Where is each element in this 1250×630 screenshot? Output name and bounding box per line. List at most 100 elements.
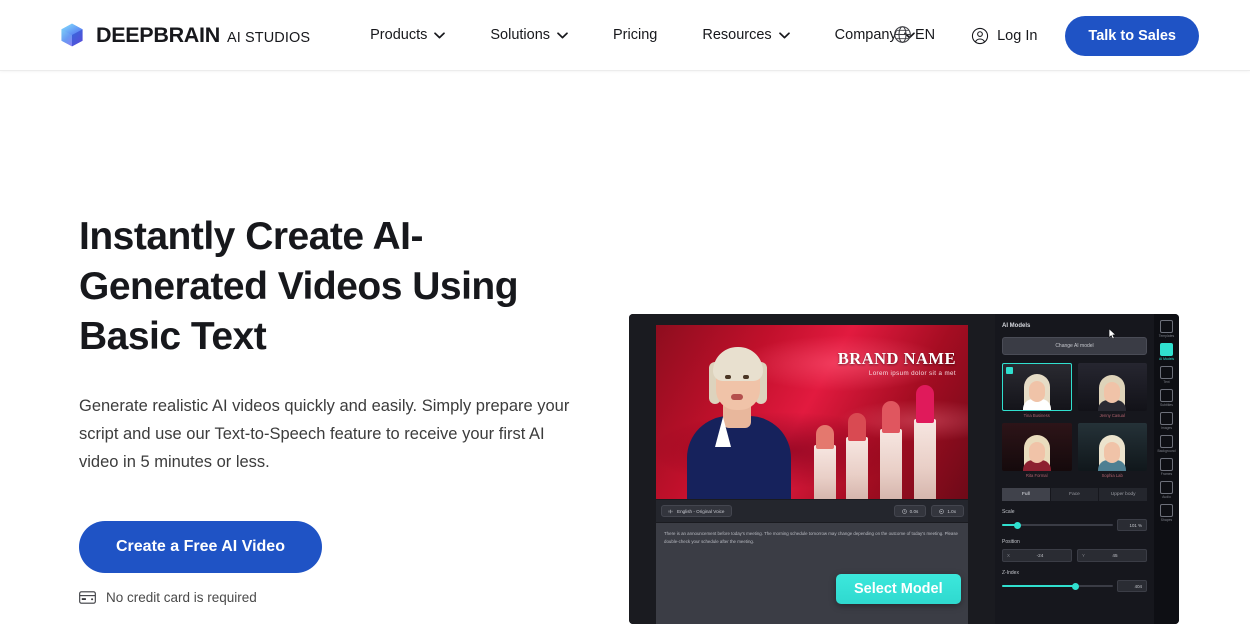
rail-item-text[interactable]: Text: [1154, 366, 1179, 384]
rail-label: Shapes: [1160, 518, 1173, 522]
login-button[interactable]: Log In: [971, 27, 1037, 45]
brand-logo-link[interactable]: DEEPBRAIN AI STUDIOS: [59, 22, 310, 48]
chevron-down-icon: [778, 31, 790, 38]
chevron-down-icon: [557, 31, 568, 38]
tab-upper-body[interactable]: Upper body: [1099, 488, 1148, 501]
image-icon: [1160, 412, 1173, 425]
hero-subtitle: Generate realistic AI videos quickly and…: [79, 397, 570, 471]
language-label: EN: [915, 26, 936, 43]
speed-chip[interactable]: 1.0x: [931, 505, 964, 517]
rail-item-ai-models[interactable]: AI Models: [1154, 343, 1179, 361]
voice-label: English - Original Voice: [677, 508, 725, 514]
nav-item-pricing[interactable]: Pricing: [613, 19, 657, 51]
site-header: DEEPBRAIN AI STUDIOS Products Solutions …: [0, 0, 1250, 71]
model-label: Tina Business: [1023, 413, 1050, 418]
nav-label: Resources: [702, 27, 772, 43]
rail-label: Templates: [1158, 334, 1175, 338]
canvas-product-image: [810, 385, 962, 499]
talk-to-sales-button[interactable]: Talk to Sales: [1065, 15, 1199, 56]
credit-card-icon: [79, 591, 96, 604]
rail-label: AI Models: [1158, 357, 1175, 361]
templates-icon: [1160, 320, 1173, 333]
rail-item-shapes[interactable]: Shapes: [1154, 504, 1179, 522]
scale-slider[interactable]: [1002, 521, 1113, 529]
cube-logo-icon: [59, 22, 85, 48]
chevron-down-icon: [434, 31, 446, 38]
model-label: Sophia Lab: [1101, 473, 1123, 478]
clock-icon: [901, 508, 907, 514]
ai-presenter-avatar: [673, 334, 805, 499]
background-icon: [1160, 435, 1173, 448]
model-card[interactable]: Jenny Casual: [1077, 363, 1147, 418]
header-actions: Log In Talk to Sales: [971, 0, 1199, 71]
editor-tool-rail: Templates AI Models Text Subtitles Image…: [1154, 314, 1179, 624]
model-card[interactable]: Sophia Lab: [1077, 423, 1147, 478]
language-selector[interactable]: EN: [893, 25, 935, 44]
rail-label: Text: [1163, 380, 1170, 384]
rail-label: Frames: [1160, 472, 1173, 476]
nav-label: Company: [834, 27, 897, 43]
script-text: There is an announcement before today's …: [664, 531, 958, 544]
speed-icon: [939, 508, 945, 514]
position-x-field[interactable]: X -24: [1002, 549, 1072, 562]
scale-value[interactable]: 101 %: [1117, 519, 1147, 531]
brand-subtitle: AI STUDIOS: [226, 29, 311, 46]
tab-face[interactable]: Face: [1050, 488, 1099, 501]
rail-item-background[interactable]: Background: [1154, 435, 1179, 453]
select-model-button[interactable]: Select Model: [836, 574, 961, 604]
ai-models-panel: AI Models Change AI model Tina Business …: [995, 314, 1154, 624]
video-canvas[interactable]: BRAND NAME Lorem ipsum dolor sit a met: [656, 325, 968, 499]
globe-icon: [894, 26, 911, 43]
text-icon: [1160, 366, 1173, 379]
brand-name: DEEPBRAIN: [96, 22, 220, 47]
rail-item-subtitles[interactable]: Subtitles: [1154, 389, 1179, 407]
rail-item-audio[interactable]: Audio: [1154, 481, 1179, 499]
rail-item-frames[interactable]: Frames: [1154, 458, 1179, 476]
user-circle-icon: [971, 27, 989, 44]
no-credit-card-label: No credit card is required: [106, 590, 257, 605]
main-navigation: Products Solutions Pricing Resources Com…: [370, 19, 915, 51]
nav-item-solutions[interactable]: Solutions: [490, 19, 568, 51]
position-y-field[interactable]: Y 45: [1077, 549, 1147, 562]
rail-label: Audio: [1162, 495, 1171, 499]
canvas-brand-name: BRAND NAME: [837, 349, 956, 368]
ai-studios-editor-preview: BRAND NAME Lorem ipsum dolor sit a met E…: [629, 314, 1179, 624]
position-y-value: 45: [1112, 553, 1118, 558]
no-credit-card-note: No credit card is required: [79, 590, 599, 605]
scale-label: Scale: [1002, 509, 1015, 515]
canvas-brand-tagline: Lorem ipsum dolor sit a met: [868, 370, 956, 377]
model-label: Rita Formal: [1025, 473, 1048, 478]
ai-model-icon: [1160, 343, 1173, 356]
create-free-ai-video-button[interactable]: Create a Free AI Video: [79, 521, 322, 573]
duration-label: 0.0s: [909, 508, 919, 514]
change-ai-model-button[interactable]: Change AI model: [1002, 337, 1147, 355]
view-mode-tabs: Full Face Upper body: [1002, 488, 1148, 501]
panel-title: AI Models: [1002, 323, 1031, 329]
voice-wave-icon: [668, 509, 673, 513]
tab-full[interactable]: Full: [1002, 488, 1050, 501]
z-index-slider[interactable]: [1002, 582, 1113, 590]
rail-item-templates[interactable]: Templates: [1154, 320, 1179, 338]
canvas-toolbar: English - Original Voice 0.0s 1.0x: [656, 500, 968, 522]
position-x-value: -24: [1036, 553, 1044, 558]
mouse-cursor-icon: [1108, 328, 1117, 340]
z-index-value[interactable]: 404: [1117, 580, 1147, 592]
speed-label: 1.0x: [947, 508, 956, 514]
rail-label: Images: [1160, 426, 1173, 430]
nav-label: Solutions: [490, 27, 551, 43]
rail-item-images[interactable]: Images: [1154, 412, 1179, 430]
nav-item-products[interactable]: Products: [370, 19, 446, 51]
position-label: Position: [1002, 539, 1020, 545]
subtitles-icon: [1160, 389, 1173, 402]
page-title: Instantly Create AI-Generated Videos Usi…: [79, 215, 519, 358]
model-card[interactable]: Tina Business: [1002, 363, 1072, 418]
nav-item-resources[interactable]: Resources: [702, 19, 790, 51]
audio-icon: [1160, 481, 1173, 494]
frames-icon: [1160, 458, 1173, 471]
axis-x-label: X: [1007, 553, 1010, 558]
duration-chip[interactable]: 0.0s: [893, 505, 927, 517]
voice-selector-chip[interactable]: English - Original Voice: [661, 505, 732, 517]
scale-control: 101 %: [1002, 519, 1147, 531]
nav-label: Pricing: [613, 27, 658, 43]
model-card[interactable]: Rita Formal: [1002, 423, 1072, 478]
